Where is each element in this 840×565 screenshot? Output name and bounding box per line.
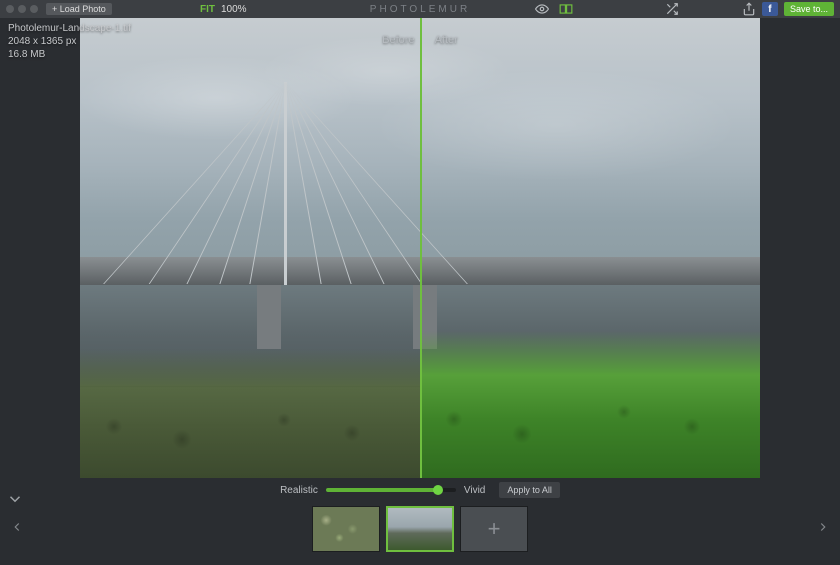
next-photo-arrow[interactable] (816, 520, 830, 544)
slider-thumb[interactable] (433, 485, 443, 495)
compare-split-handle[interactable] (420, 18, 422, 478)
add-photo-button[interactable]: + (460, 506, 528, 552)
before-after-labels: Before After (382, 34, 458, 46)
file-name: Photolemur-Landscape-1.tif (8, 22, 131, 35)
slider-left-label: Realistic (280, 485, 318, 496)
zoom-level-label[interactable]: 100% (221, 4, 247, 15)
intensity-slider-row: Realistic Vivid Apply to All (0, 482, 840, 498)
window-controls (6, 5, 38, 13)
slider-right-label: Vivid (464, 485, 486, 496)
thumbnail-strip: + (0, 506, 840, 552)
facebook-share-button[interactable]: f (762, 2, 778, 16)
zoom-window-icon[interactable] (30, 5, 38, 13)
close-window-icon[interactable] (6, 5, 14, 13)
apply-to-all-button[interactable]: Apply to All (499, 482, 560, 498)
minimize-window-icon[interactable] (18, 5, 26, 13)
app-title: PHOTOLEMUR (370, 4, 470, 15)
fit-button[interactable]: FIT (200, 4, 215, 15)
previous-photo-arrow[interactable] (10, 520, 24, 544)
image-viewport[interactable]: Before After (80, 18, 760, 478)
compare-view-icon[interactable] (559, 2, 573, 16)
file-dimensions: 2048 x 1365 px (8, 35, 131, 48)
intensity-slider[interactable] (326, 488, 456, 492)
file-info: Photolemur-Landscape-1.tif 2048 x 1365 p… (8, 22, 131, 61)
zoom-controls: FIT 100% (200, 4, 247, 15)
before-label: Before (382, 34, 414, 46)
load-photo-button[interactable]: + Load Photo (46, 3, 112, 15)
eye-icon[interactable] (535, 2, 549, 16)
shuffle-icon[interactable] (665, 2, 679, 16)
plus-icon: + (488, 516, 501, 542)
thumbnail-1[interactable] (312, 506, 380, 552)
bottom-panel: Realistic Vivid Apply to All + (0, 482, 840, 552)
thumbnail-2[interactable] (386, 506, 454, 552)
top-toolbar: + Load Photo FIT 100% PHOTOLEMUR f Save … (0, 0, 840, 18)
file-size: 16.8 MB (8, 48, 131, 61)
share-icon[interactable] (742, 2, 756, 16)
save-button[interactable]: Save to... (784, 2, 834, 16)
after-label: After (435, 34, 458, 46)
